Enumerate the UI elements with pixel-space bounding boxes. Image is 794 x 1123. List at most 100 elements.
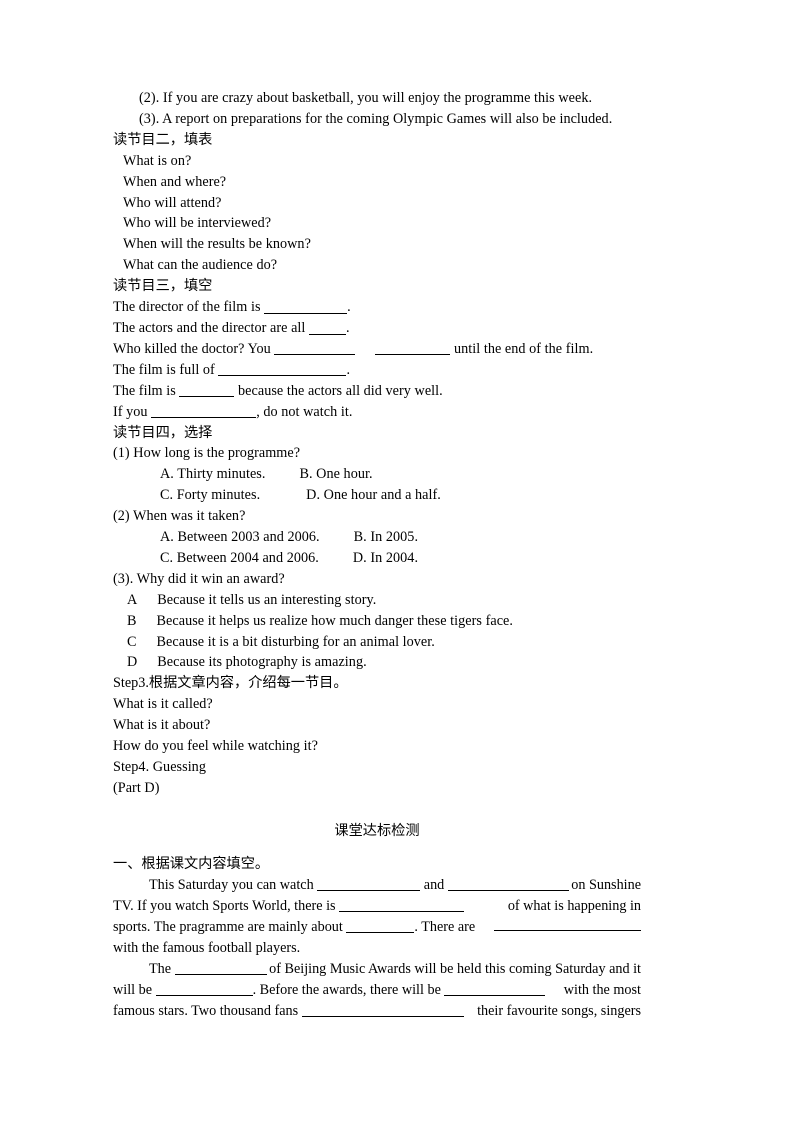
part-d-label: (Part D)	[113, 779, 160, 796]
fill-line-6-text-b: , do not watch it.	[256, 403, 353, 420]
test-p1-blank-4[interactable]	[346, 919, 415, 934]
test-p2-l2-text-3: with the most	[563, 981, 641, 998]
q3-option-c-label: C	[127, 633, 137, 650]
q3-option-a-text: Because it tells us an interesting story…	[157, 591, 377, 608]
fill-line-3-text-b: until the end of the film.	[453, 340, 594, 357]
fill-line-4: The film is full of .	[113, 360, 641, 381]
q1-prompt: (1) How long is the programme?	[113, 445, 301, 462]
q1-option-b[interactable]: B. One hour.	[299, 466, 372, 482]
q3-option-c[interactable]: C Because it is a bit disturbing for an a…	[113, 632, 641, 653]
q2-option-a[interactable]: A. Between 2003 and 2006.	[160, 529, 320, 545]
q2-options-row-1: A. Between 2003 and 2006. B. In 2005.	[113, 527, 641, 548]
test-p2-blank-4[interactable]	[301, 1003, 464, 1018]
q3-prompt: (3). Why did it win an award?	[113, 570, 285, 587]
test-p2-blank-1[interactable]	[174, 961, 267, 976]
fill-line-3: Who killed the doctor? You until the end…	[113, 339, 641, 360]
step3-line-2: What is it about?	[113, 717, 211, 734]
q1-options-row-2: C. Forty minutes. D. One hour and a half.	[113, 485, 641, 506]
fill-line-6-text-a: If you	[113, 403, 148, 420]
test-p2-line-3: famous stars. Two thousand fans their fa…	[113, 1001, 641, 1022]
fill-line-4-text-a: The film is full of	[113, 361, 215, 378]
test-p2-l3-text-2: their favourite songs, singers	[477, 1002, 641, 1019]
q2-option-b[interactable]: B. In 2005.	[354, 529, 418, 545]
q1-option-d[interactable]: D. One hour and a half.	[306, 487, 441, 503]
fill-line-2: The actors and the director are all .	[113, 318, 641, 339]
fill-blank-6[interactable]	[151, 404, 257, 419]
test-title: 课堂达标检测	[334, 822, 420, 839]
test-p2-l3-seg: famous stars. Two thousand fans	[113, 1001, 464, 1022]
test-p2-blank-2[interactable]	[155, 982, 253, 997]
q1-option-a[interactable]: A. Thirty minutes.	[160, 466, 265, 482]
q1-option-c[interactable]: C. Forty minutes.	[160, 487, 260, 503]
q1-options-row-1: A. Thirty minutes. B. One hour.	[113, 464, 641, 485]
fill-line-3-text-a: Who killed the doctor? You	[113, 340, 271, 357]
section-two-question-3: Who will attend?	[123, 194, 222, 211]
section-two-question-6: What can the audience do?	[123, 257, 278, 274]
fill-blank-1[interactable]	[264, 299, 348, 314]
test-p2-l2-text-1: will be	[113, 981, 153, 998]
test-p1-l2-text-1: TV. If you watch Sports World, there is	[113, 897, 336, 914]
test-p1-l1-text-3: on Sunshine	[571, 876, 641, 893]
spacer-after-title	[113, 842, 641, 854]
fill-line-1-text-a: The director of the film is	[113, 299, 261, 316]
test-paragraph-2: The of Beijing Music Awards will be held…	[113, 959, 641, 1022]
q2-prompt: (2) When was it taken?	[113, 508, 246, 525]
fill-line-2-text-a: The actors and the director are all	[113, 319, 306, 336]
fill-blank-3a[interactable]	[274, 341, 356, 356]
test-p1-line-3: sports. The pragramme are mainly about .…	[113, 916, 641, 937]
test-p1-line-2: TV. If you watch Sports World, there is …	[113, 896, 641, 917]
test-p1-blank-3[interactable]	[339, 898, 465, 913]
section-two-question-4: Who will be interviewed?	[123, 215, 272, 232]
test-p1-blank-5[interactable]	[494, 916, 641, 931]
fill-line-6: If you , do not watch it.	[113, 402, 641, 423]
test-p1-l3-seg: sports. The pragramme are mainly about .…	[113, 917, 475, 938]
fill-blank-5[interactable]	[179, 383, 235, 398]
test-p1-blank-2[interactable]	[447, 877, 569, 892]
fill-line-2-text-b: .	[346, 319, 350, 336]
test-p2-l1-text-1: The	[149, 960, 172, 977]
section-two-question-5: When will the results be known?	[123, 236, 311, 253]
test-p1-l1-text-2: and	[423, 876, 445, 893]
fill-line-5-text-b: because the actors all did very well.	[238, 382, 443, 399]
test-p1-l1-seg: This Saturday you can watch and	[113, 875, 569, 896]
test-p2-l2-text-2: . Before the awards, there will be	[252, 981, 441, 998]
q3-option-a[interactable]: A Because it tells us an interesting stor…	[113, 590, 641, 611]
test-p2-line-2: will be . Before the awards, there will …	[113, 980, 641, 1001]
section-four-heading: 读节目四，选择	[113, 424, 213, 441]
q2-option-d[interactable]: D. In 2004.	[353, 550, 418, 566]
test-p2-line-1: The of Beijing Music Awards will be held…	[113, 959, 641, 980]
section-two-heading: 读节目二，填表	[113, 131, 213, 148]
test-p2-l1-seg: The	[113, 959, 267, 980]
fill-line-1-text-b: .	[347, 299, 351, 316]
test-p1-line-4: with the famous football players.	[113, 939, 301, 956]
test-subtitle: 一、根据课文内容填空。	[113, 855, 270, 872]
test-p2-blank-3[interactable]	[444, 982, 546, 997]
q3-option-c-text: Because it is a bit disturbing for an an…	[156, 633, 435, 650]
test-p1-l3-text-1: sports. The pragramme are mainly about	[113, 918, 343, 935]
fill-line-4-text-b: .	[346, 361, 351, 378]
listening-item-3: (3). A report on preparations for the co…	[139, 110, 613, 127]
step3-heading: Step3.根据文章内容，介绍每一节目。	[113, 673, 641, 694]
document-page: (2). If you are crazy about basketball, …	[0, 0, 794, 1123]
q3-option-d-text: Because its photography is amazing.	[157, 654, 367, 671]
document-content: (2). If you are crazy about basketball, …	[113, 88, 641, 1021]
fill-blank-2[interactable]	[309, 320, 347, 335]
fill-line-5: The film is because the actors all did v…	[113, 381, 641, 402]
q3-option-b[interactable]: B Because it helps us realize how much da…	[113, 611, 641, 632]
q2-option-c[interactable]: C. Between 2004 and 2006.	[160, 550, 319, 566]
step3-line-1: What is it called?	[113, 696, 213, 713]
section-two-question-1: What is on?	[123, 152, 192, 169]
test-p1-l3-text-2: . There are	[414, 918, 476, 935]
fill-blank-4[interactable]	[218, 362, 347, 377]
listening-item-2: (2). If you are crazy about basketball, …	[139, 90, 593, 106]
q3-option-b-label: B	[127, 612, 137, 629]
q3-option-b-text: Because it helps us realize how much dan…	[156, 612, 513, 629]
test-p1-blank-1[interactable]	[317, 877, 421, 892]
fill-line-1: The director of the film is .	[113, 297, 641, 318]
fill-blank-3b[interactable]	[375, 341, 451, 356]
test-p1-l2-text-2: of what is happening in	[507, 897, 641, 914]
step3-heading-cn: 根据文章内容，介绍每一节目。	[148, 675, 348, 692]
q3-option-d[interactable]: D Because its photography is amazing.	[113, 652, 641, 673]
spacer-before-test	[113, 799, 641, 821]
test-p2-l3-text-1: famous stars. Two thousand fans	[113, 1002, 299, 1019]
